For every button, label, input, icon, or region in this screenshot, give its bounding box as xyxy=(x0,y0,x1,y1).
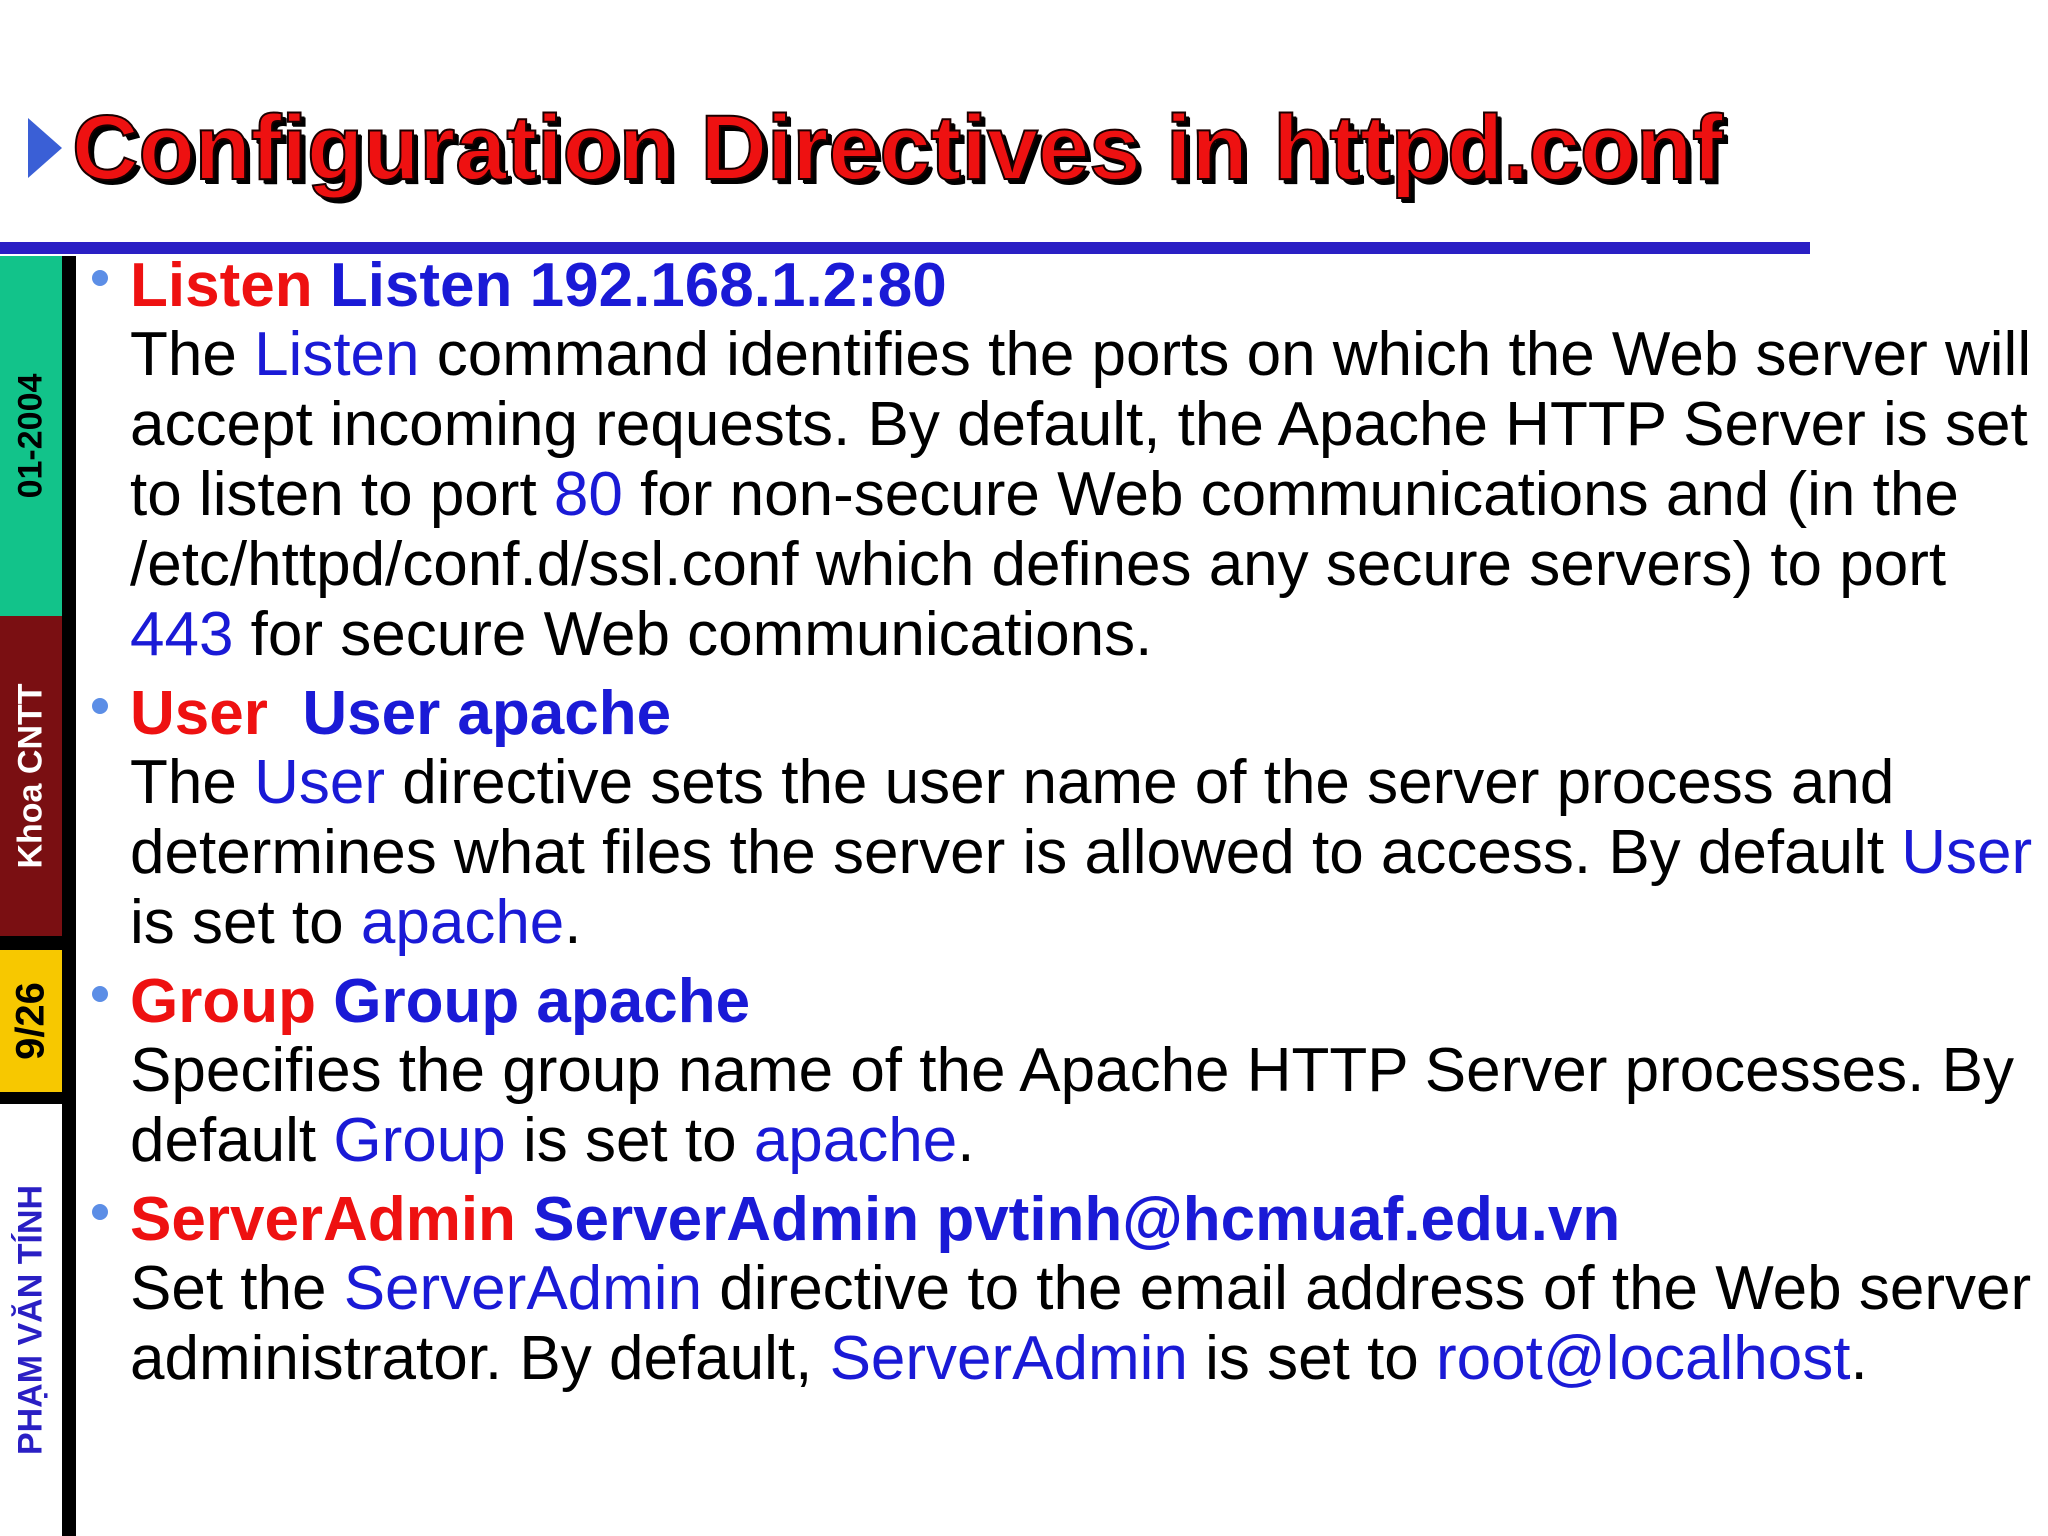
desc-keyword: ServerAdmin xyxy=(829,1324,1188,1393)
directive-heading: User User apache xyxy=(130,680,2038,748)
list-item-serveradmin: ServerAdmin ServerAdmin pvtinh@hcmuaf.ed… xyxy=(88,1186,2038,1394)
desc-text: is set to xyxy=(130,888,361,957)
side-band-page: 9/26 xyxy=(0,950,62,1092)
directive-name: Group xyxy=(130,967,316,1036)
desc-keyword: Listen xyxy=(254,320,420,389)
side-band-divider xyxy=(0,936,62,950)
directive-example: User apache xyxy=(302,679,672,748)
desc-text: . xyxy=(1850,1324,1868,1393)
slide: Configuration Directives in httpd.conf 0… xyxy=(0,0,2048,1536)
directive-list: Listen Listen 192.168.1.2:80 The Listen … xyxy=(88,252,2038,1404)
desc-keyword: root@localhost xyxy=(1436,1324,1851,1393)
side-band-border xyxy=(62,256,76,1536)
desc-text: directive sets the user name of the serv… xyxy=(130,748,1902,887)
date-label: 01-2004 xyxy=(11,373,50,499)
side-band-department: Khoa CNTT xyxy=(0,616,62,936)
desc-text: is set to xyxy=(1187,1324,1437,1393)
directive-description: Set the ServerAdmin directive to the ema… xyxy=(130,1254,2038,1394)
desc-keyword: ServerAdmin xyxy=(343,1254,703,1323)
directive-name: Listen xyxy=(130,251,313,320)
bullet-icon xyxy=(92,698,108,714)
desc-text: is set to xyxy=(505,1106,754,1175)
directive-example: Group apache xyxy=(333,967,751,1036)
side-band-divider xyxy=(0,1092,62,1104)
bullet-icon xyxy=(92,986,108,1002)
bullet-icon xyxy=(92,270,108,286)
title-arrow-icon xyxy=(28,118,62,178)
directive-heading: ServerAdmin ServerAdmin pvtinh@hcmuaf.ed… xyxy=(130,1186,2038,1254)
directive-name: ServerAdmin xyxy=(130,1185,516,1254)
directive-example: Listen 192.168.1.2:80 xyxy=(329,251,947,320)
desc-text: for secure Web communications. xyxy=(233,600,1153,669)
directive-description: The Listen command identifies the ports … xyxy=(130,320,2038,670)
directive-description: The User directive sets the user name of… xyxy=(130,748,2038,958)
desc-keyword: User xyxy=(1901,818,2033,887)
list-item-listen: Listen Listen 192.168.1.2:80 The Listen … xyxy=(88,252,2038,670)
directive-example: ServerAdmin pvtinh@hcmuaf.edu.vn xyxy=(533,1185,1621,1254)
side-band-author: PHẠM VĂN TÍNH xyxy=(0,1104,62,1536)
department-label: Khoa CNTT xyxy=(11,683,50,869)
side-band: 01-2004 Khoa CNTT 9/26 PHẠM VĂN TÍNH xyxy=(0,256,62,1536)
desc-text: The xyxy=(130,320,255,389)
desc-keyword: 80 xyxy=(553,460,623,529)
slide-title: Configuration Directives in httpd.conf xyxy=(71,97,1724,199)
directive-heading: Group Group apache xyxy=(130,968,2038,1036)
desc-text: The xyxy=(130,748,255,817)
side-band-date: 01-2004 xyxy=(0,256,62,616)
directive-heading: Listen Listen 192.168.1.2:80 xyxy=(130,252,2038,320)
desc-text: Set the xyxy=(130,1254,344,1323)
list-item-group: Group Group apache Specifies the group n… xyxy=(88,968,2038,1176)
author-name: PHẠM VĂN TÍNH xyxy=(11,1184,50,1456)
directive-description: Specifies the group name of the Apache H… xyxy=(130,1036,2038,1176)
desc-keyword: Group xyxy=(333,1106,506,1175)
desc-keyword: 443 xyxy=(130,600,234,669)
desc-text: . xyxy=(957,1106,975,1175)
page-number: 9/26 xyxy=(8,982,53,1060)
desc-keyword: apache xyxy=(360,888,565,957)
directive-name: User xyxy=(130,679,268,748)
bullet-icon xyxy=(92,1204,108,1220)
list-item-user: User User apache The User directive sets… xyxy=(88,680,2038,958)
desc-text: . xyxy=(564,888,582,957)
desc-keyword: apache xyxy=(753,1106,958,1175)
desc-keyword: User xyxy=(254,748,385,817)
